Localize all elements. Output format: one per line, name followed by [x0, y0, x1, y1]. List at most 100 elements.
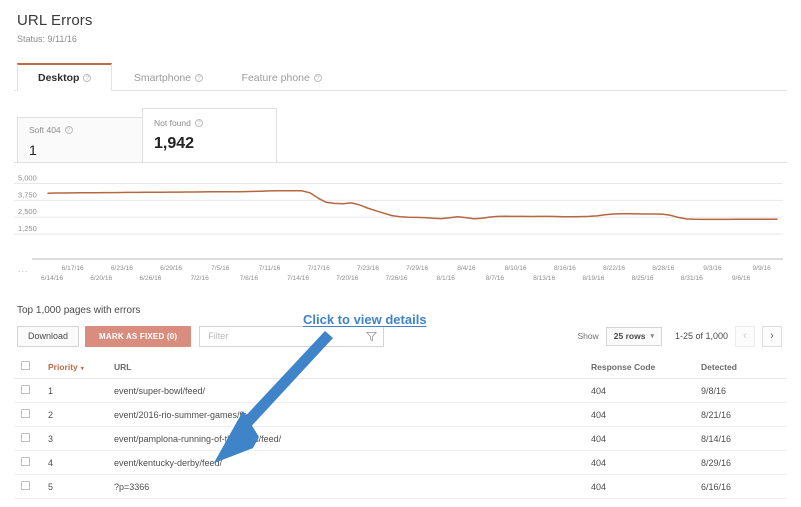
cell-response-code: 404 — [591, 402, 701, 427]
card-not-found-label-row: Not found ? — [154, 118, 265, 128]
cell-url[interactable]: event/super-bowl/feed/ — [114, 378, 591, 403]
cell-response-code: 404 — [591, 474, 701, 499]
column-header-detected[interactable]: Detected — [701, 356, 787, 379]
chart-series-line — [47, 189, 778, 221]
table-toolbar: Download MARK AS FIXED (0) Show 25 rows … — [14, 325, 787, 347]
x-axis-tick-label-upper: 7/17/16 — [308, 265, 330, 272]
rows-per-page-select[interactable]: 25 rows ▾ — [605, 326, 662, 346]
x-axis-tick-label-upper: 6/17/16 — [62, 265, 84, 272]
tab-smartphone[interactable]: Smartphone ? — [117, 64, 220, 92]
x-axis-tick-label-lower: 7/2/16 — [190, 275, 209, 282]
x-axis-tick-label-lower: 8/1/16 — [437, 275, 456, 282]
x-axis-tick-label-upper: 8/4/16 — [457, 265, 476, 272]
row-checkbox[interactable] — [21, 457, 30, 466]
cell-priority: 5 — [48, 474, 114, 499]
question-mark-icon[interactable]: ? — [313, 73, 322, 82]
cell-detected: 8/21/16 — [701, 402, 787, 427]
question-mark-icon[interactable]: ? — [194, 119, 203, 127]
x-axis-tick-label-lower: 7/20/16 — [336, 275, 358, 282]
x-axis-leading-ellipsis: ... — [18, 264, 29, 274]
x-axis-tick-label-lower: 7/14/16 — [287, 275, 309, 282]
pagination-controls: Show 25 rows ▾ 1-25 of 1,000 ‹ › — [578, 325, 787, 347]
select-all-checkbox[interactable] — [21, 361, 30, 370]
table-body: 1 event/super-bowl/feed/404 9/8/16 2 event/2… — [14, 378, 787, 499]
mark-as-fixed-button[interactable]: MARK AS FIXED (0) — [85, 325, 192, 347]
cell-url[interactable]: ?p=3366 — [114, 474, 591, 499]
y-axis-tick-label: 5,000 — [18, 173, 37, 182]
row-checkbox[interactable] — [21, 433, 30, 442]
y-axis-tick-label: 3,750 — [18, 190, 37, 199]
x-axis-tick-label-lower: 6/20/16 — [90, 275, 112, 282]
cell-priority: 3 — [48, 426, 114, 451]
column-header-priority[interactable]: Priority ▾ — [48, 356, 114, 379]
x-axis-tick-label-lower: 7/8/16 — [240, 275, 259, 282]
x-axis-tick-label-upper: 6/29/16 — [160, 265, 182, 272]
row-select-cell — [14, 378, 48, 403]
card-not-found-value: 1,942 — [154, 135, 195, 152]
x-axis-tick-label-upper: 7/11/16 — [259, 265, 281, 272]
question-mark-icon[interactable]: ? — [64, 126, 73, 134]
errors-trend-chart[interactable]: 1,250 2,500 3,750 5,000 6/17/16 6/14/16 6/23/1… — [14, 162, 787, 294]
question-mark-icon[interactable]: ? — [195, 73, 204, 82]
row-select-cell — [14, 426, 48, 451]
cell-priority: 2 — [48, 402, 114, 427]
cell-url[interactable]: event/pamplona-running-of-the-bulls/feed… — [114, 426, 591, 451]
next-page-button[interactable]: › — [762, 325, 782, 347]
page-title: URL Errors — [17, 12, 93, 29]
table-row[interactable]: 1 event/super-bowl/feed/404 9/8/16 — [14, 378, 787, 403]
x-axis-tick-label-upper: 8/28/16 — [652, 265, 674, 272]
filter-input[interactable] — [206, 330, 367, 342]
row-select-cell — [14, 402, 48, 427]
download-button[interactable]: Download — [17, 325, 80, 347]
rows-per-page-value: 25 rows — [613, 331, 646, 341]
column-header-priority-label: Priority — [48, 361, 78, 372]
sort-descending-icon: ▾ — [80, 365, 84, 372]
y-axis-tick-label: 2,500 — [18, 207, 37, 216]
card-not-found[interactable]: Not found ? 1,942 — [142, 108, 277, 163]
cell-url[interactable]: event/kentucky-derby/feed/ — [114, 450, 591, 475]
result-range-label: 1-25 of 1,000 — [674, 331, 728, 341]
annotation-text: Click to view details — [303, 312, 427, 327]
x-axis-tick-label-lower: 8/7/16 — [486, 275, 505, 282]
x-axis-tick-label-lower: 6/26/16 — [139, 275, 161, 282]
table-row[interactable]: 5 ?p=3366 404 6/16/16 — [14, 474, 787, 499]
row-checkbox[interactable] — [21, 481, 30, 490]
tab-feature-phone[interactable]: Feature phone ? — [225, 64, 339, 92]
url-errors-table: Priority ▾ URL Response Code Detected 1 ev… — [14, 356, 787, 499]
x-axis-tick-label-lower: 9/6/16 — [732, 275, 751, 282]
card-not-found-label: Not found — [154, 118, 191, 128]
x-axis-tick-label-upper: 7/23/16 — [357, 265, 379, 272]
cell-response-code: 404 — [591, 378, 701, 403]
card-soft-404[interactable]: Soft 404 ? 1 — [17, 117, 143, 163]
cell-detected: 9/8/16 — [701, 378, 787, 403]
cell-url[interactable]: event/2016-rio-summer-games/feed/ — [114, 402, 591, 427]
table-head: Priority ▾ URL Response Code Detected — [14, 356, 787, 379]
table-row[interactable]: 2 event/2016-rio-summer-games/feed/404 8/2… — [14, 402, 787, 427]
row-checkbox[interactable] — [21, 409, 30, 418]
x-axis-tick-label-upper: 7/5/16 — [211, 265, 230, 272]
row-checkbox[interactable] — [21, 385, 30, 394]
x-axis-tick-label-lower: 6/14/16 — [41, 275, 63, 282]
x-axis-tick-label-lower: 7/26/16 — [386, 275, 408, 282]
cell-priority: 1 — [48, 378, 114, 403]
table-row[interactable]: 4 event/kentucky-derby/feed/404 8/29/16 — [14, 450, 787, 475]
row-select-cell — [14, 474, 48, 499]
x-axis-tick-label-lower: 8/31/16 — [681, 275, 703, 282]
cell-detected: 8/14/16 — [701, 426, 787, 451]
cell-response-code: 404 — [591, 426, 701, 451]
error-type-cards: Soft 404 ? 1 Not found ? 1,942 — [14, 108, 787, 163]
row-select-cell — [14, 450, 48, 475]
column-header-url[interactable]: URL — [114, 356, 591, 379]
tab-desktop[interactable]: Desktop ? — [17, 63, 113, 91]
previous-page-button[interactable]: ‹ — [735, 325, 755, 347]
card-soft-404-label: Soft 404 — [29, 125, 61, 135]
x-axis-tick-label-upper: 8/22/16 — [603, 265, 625, 272]
funnel-icon[interactable] — [366, 331, 378, 342]
tab-desktop-label: Desktop — [38, 71, 80, 84]
filter-field[interactable] — [199, 325, 385, 347]
tab-feature-phone-label: Feature phone — [241, 71, 310, 84]
column-header-response-code[interactable]: Response Code — [591, 356, 701, 379]
question-mark-icon[interactable]: ? — [83, 73, 92, 82]
x-axis-tick-label-lower: 8/25/16 — [632, 275, 654, 282]
table-row[interactable]: 3 event/pamplona-running-of-the-bulls/fee… — [14, 426, 787, 451]
